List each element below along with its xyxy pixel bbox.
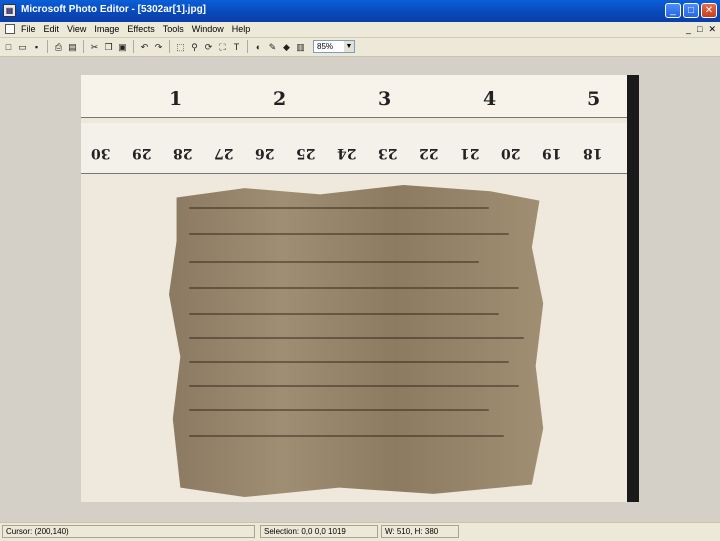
redo-icon[interactable]: ↷ — [153, 41, 164, 53]
inch-mark: 2 — [273, 88, 287, 110]
cm-mark: 30 — [91, 145, 111, 161]
menu-bar: File Edit View Image Effects Tools Windo… — [0, 22, 720, 38]
paste-icon[interactable]: ▣ — [117, 41, 128, 53]
zoom-icon[interactable]: ⚲ — [189, 41, 200, 53]
crop-icon[interactable]: ⛶ — [217, 41, 228, 53]
menu-file[interactable]: File — [21, 23, 36, 36]
handwriting-line — [189, 261, 479, 263]
cm-mark: 27 — [214, 145, 234, 161]
smudge-icon[interactable]: ◐ — [253, 41, 264, 53]
properties-icon[interactable]: ▥ — [295, 41, 306, 53]
cm-mark: 29 — [132, 145, 152, 161]
document-image[interactable]: 1 2 3 4 5 30 29 28 27 26 25 24 23 22 21 … — [81, 75, 639, 502]
status-bar: Cursor: (200,140) Selection: 0,0 0,0 101… — [0, 522, 720, 541]
inch-mark: 3 — [378, 88, 392, 110]
cm-mark: 19 — [542, 145, 562, 161]
size-status: W: 510, H: 380 — [381, 525, 459, 538]
handwriting-line — [189, 409, 489, 411]
photo-editor-app-icon[interactable]: ▦ — [3, 4, 16, 17]
new-icon[interactable]: □ — [3, 41, 14, 53]
toolbar-divider — [247, 40, 248, 53]
doc-minimize-button[interactable]: _ — [686, 23, 691, 35]
rotate-icon[interactable]: ⟳ — [203, 41, 214, 53]
handwriting-line — [189, 385, 519, 387]
selection-status: Selection: 0,0 0,0 1019 — [260, 525, 378, 538]
handwriting-line — [189, 287, 519, 289]
cm-mark: 28 — [173, 145, 193, 161]
cm-mark: 18 — [583, 145, 603, 161]
open-icon[interactable]: ▭ — [17, 41, 28, 53]
toolbar-divider — [47, 40, 48, 53]
chevron-down-icon[interactable]: ▼ — [344, 41, 354, 52]
cm-mark: 25 — [296, 145, 316, 161]
handwriting-line — [189, 233, 509, 235]
doc-close-button[interactable]: ✕ — [708, 23, 716, 35]
inch-mark: 5 — [587, 88, 601, 110]
close-button[interactable]: ✕ — [701, 3, 717, 18]
menu-effects[interactable]: Effects — [127, 23, 154, 36]
cursor-status: Cursor: (200,140) — [2, 525, 255, 538]
menu-help[interactable]: Help — [232, 23, 251, 36]
doc-restore-button[interactable]: □ — [697, 23, 702, 35]
copy-icon[interactable]: ❐ — [103, 41, 114, 53]
toolbar: □ ▭ ▪ ⎙ ▤ ✂ ❐ ▣ ↶ ↷ ⬚ ⚲ ⟳ ⛶ T ◐ ✎ ◆ ▥ 85… — [0, 38, 720, 57]
handwriting-line — [189, 207, 489, 209]
menu-edit[interactable]: Edit — [44, 23, 60, 36]
text-icon[interactable]: T — [231, 41, 242, 53]
undo-icon[interactable]: ↶ — [139, 41, 150, 53]
handwriting-line — [189, 337, 524, 339]
scan-icon[interactable]: ▤ — [67, 41, 78, 53]
sharpen-icon[interactable]: ✎ — [267, 41, 278, 53]
cm-mark: 21 — [460, 145, 480, 161]
menu-window[interactable]: Window — [192, 23, 224, 36]
scan-border — [627, 75, 639, 502]
handwriting-line — [189, 361, 509, 363]
save-icon[interactable]: ▪ — [31, 41, 42, 53]
inch-mark: 1 — [169, 88, 183, 110]
select-icon[interactable]: ⬚ — [175, 41, 186, 53]
cm-mark: 24 — [337, 145, 357, 161]
cm-mark: 22 — [419, 145, 439, 161]
menu-image[interactable]: Image — [94, 23, 119, 36]
menu-tools[interactable]: Tools — [163, 23, 184, 36]
toolbar-divider — [169, 40, 170, 53]
toolbar-divider — [83, 40, 84, 53]
inch-ruler-photo: 1 2 3 4 5 — [81, 75, 627, 118]
title-bar: ▦ Microsoft Photo Editor - [5302ar[1].jp… — [0, 0, 720, 22]
handwriting-line — [189, 313, 499, 315]
papyrus-fragment — [169, 185, 544, 497]
zoom-value: 85% — [317, 42, 334, 51]
zoom-dropdown[interactable]: 85% ▼ — [313, 40, 355, 53]
print-icon[interactable]: ⎙ — [53, 41, 64, 53]
document-icon[interactable] — [5, 24, 15, 34]
maximize-button[interactable]: □ — [683, 3, 699, 18]
cut-icon[interactable]: ✂ — [89, 41, 100, 53]
menu-view[interactable]: View — [67, 23, 86, 36]
color-icon[interactable]: ◆ — [281, 41, 292, 53]
inch-mark: 4 — [483, 88, 497, 110]
cm-mark: 20 — [501, 145, 521, 161]
minimize-button[interactable]: _ — [665, 3, 681, 18]
toolbar-divider — [133, 40, 134, 53]
window-title: Microsoft Photo Editor - [5302ar[1].jpg] — [21, 4, 207, 15]
cm-mark: 23 — [378, 145, 398, 161]
cm-mark: 26 — [255, 145, 275, 161]
handwriting-line — [189, 435, 504, 437]
